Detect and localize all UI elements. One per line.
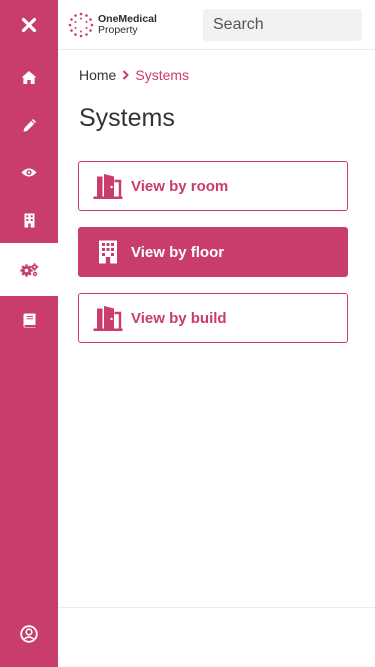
- gears-icon: [19, 263, 38, 277]
- chevron-right-icon: [122, 70, 130, 80]
- door-icon: [93, 305, 123, 331]
- building-icon: [24, 213, 34, 227]
- footer-divider: [58, 607, 375, 608]
- eye-icon: [21, 168, 37, 176]
- sidebar-item-account[interactable]: [0, 610, 58, 658]
- sidebar-item-edit[interactable]: [0, 101, 58, 149]
- breadcrumb-home-link[interactable]: Home: [79, 67, 116, 83]
- sidebar: [0, 0, 58, 667]
- book-icon: [23, 313, 35, 327]
- close-menu-button[interactable]: [0, 1, 58, 49]
- view-by-floor-button[interactable]: View by floor: [78, 227, 348, 277]
- home-icon: [21, 70, 37, 84]
- user-circle-icon: [20, 625, 38, 643]
- view-by-floor-label: View by floor: [131, 243, 225, 261]
- sidebar-item-documents[interactable]: [0, 296, 58, 344]
- sidebar-item-systems[interactable]: [0, 243, 58, 296]
- pencil-icon: [23, 118, 36, 132]
- sidebar-item-buildings[interactable]: [0, 196, 58, 244]
- search-input[interactable]: [203, 9, 362, 41]
- page-title: Systems: [79, 104, 175, 132]
- logo-mark-icon: [68, 12, 94, 38]
- view-by-build-button[interactable]: View by build: [78, 293, 348, 343]
- brand-name-line2: Property: [98, 24, 138, 36]
- sidebar-item-view[interactable]: [0, 148, 58, 196]
- sidebar-item-home[interactable]: [0, 53, 58, 101]
- brand-logo[interactable]: OneMedical Property: [68, 12, 157, 38]
- top-bar: OneMedical Property: [58, 0, 375, 50]
- close-icon: [21, 17, 37, 33]
- breadcrumb: Home Systems: [79, 67, 189, 83]
- view-by-build-label: View by build: [131, 309, 227, 327]
- view-by-room-label: View by room: [131, 177, 229, 195]
- building-icon: [93, 240, 123, 264]
- door-icon: [93, 173, 123, 199]
- breadcrumb-current: Systems: [135, 67, 190, 83]
- view-by-room-button[interactable]: View by room: [78, 161, 348, 211]
